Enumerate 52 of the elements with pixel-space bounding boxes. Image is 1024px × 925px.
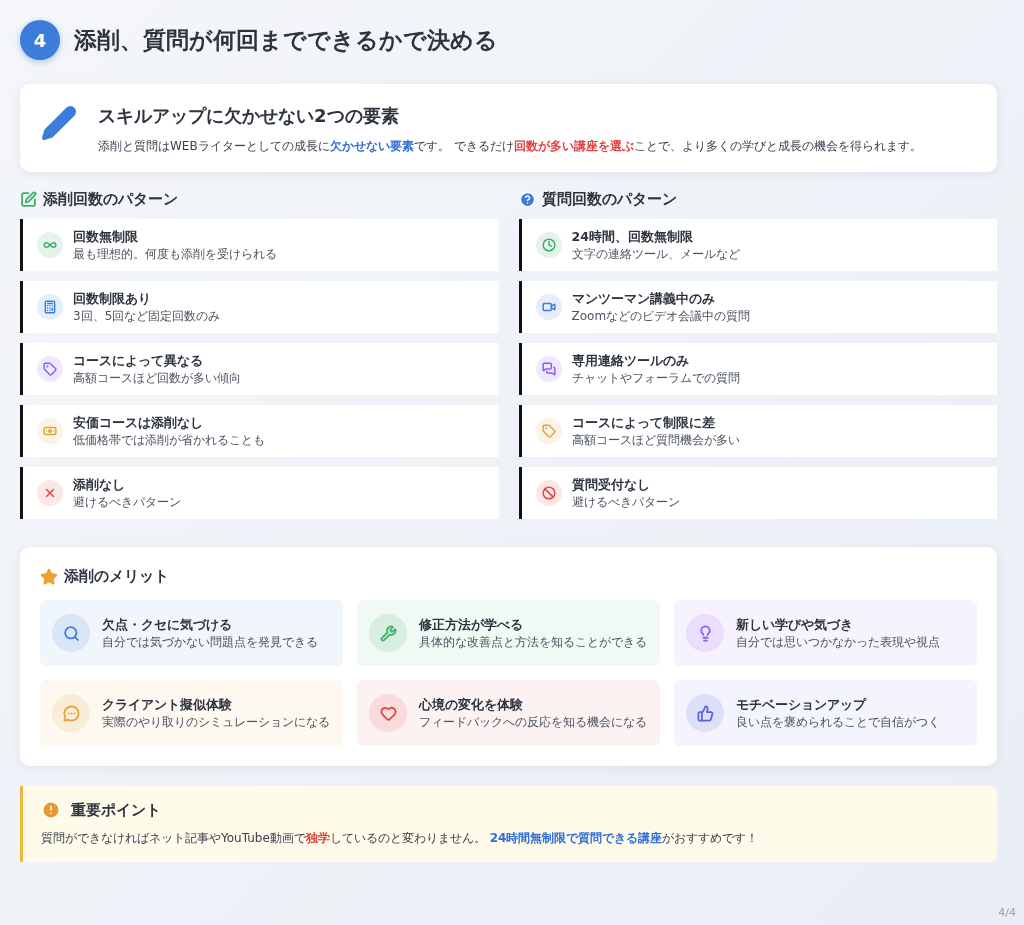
edit-icon (20, 191, 37, 208)
pattern-title: 24時間、回数無制限 (571, 228, 694, 246)
merit-title: 修正方法が学べる (419, 616, 524, 634)
merit-title: クライアント擬似体験 (102, 696, 233, 714)
merit-note: 自分では思いつかなかった表現や視点 (736, 634, 940, 650)
pencil-icon (40, 104, 78, 142)
merit-note: 自分では気づかない問題点を発見できる (102, 634, 318, 650)
merit-title: モチベーションアップ (736, 696, 868, 714)
merits-heading: 添削のメリット (64, 567, 169, 586)
search-icon (52, 614, 90, 652)
pattern-title: コースによって制限に差 (571, 414, 716, 432)
merit-note: 良い点を褒められることで自信がつく (736, 714, 940, 730)
merit-title: 新しい学びや気づき (736, 616, 854, 634)
important-title: 重要ポイント (71, 800, 161, 820)
merit-title: 欠点・クセに気づける (102, 616, 233, 634)
pattern-note: 高額コースほど質問機会が多い (571, 432, 740, 448)
merit-title: 心境の変化を体験 (419, 696, 524, 714)
merit-note: フィードバックへの反応を知る機会になる (419, 714, 647, 730)
pattern-note: 避けるべきパターン (571, 494, 680, 510)
pattern-title: 添削なし (73, 476, 126, 494)
pattern-note: 高額コースほど回数が多い傾向 (73, 370, 241, 386)
help-icon (518, 191, 536, 208)
merit-note: 具体的な改善点と方法を知ることができる (419, 634, 647, 650)
pattern-title: マンツーマン講義中のみ (571, 290, 716, 308)
page-title: 添削、質問が何回までできるかで決める (74, 25, 498, 55)
pattern-title: 回数無制限 (73, 228, 139, 246)
thumbs-up-icon (686, 694, 724, 732)
column-heading: 添削回数のパターン (43, 190, 178, 209)
intro-text: 添削と質問はWEBライターとしての成長に欠かせない要素です。 できるだけ回数が多い講座を選ぶことで、より多くの学びと成長の機会を得られます。 (98, 138, 922, 155)
column-heading: 質問回数のパターン (541, 190, 677, 209)
pattern-note: 最も理想的。何度も添削を受けられる (73, 246, 277, 262)
pattern-title: 専用連絡ツールのみ (571, 352, 690, 370)
pattern-note: チャットやフォーラムでの質問 (571, 370, 740, 386)
pattern-title: 回数制限あり (73, 290, 152, 308)
pattern-note: 低価格帯では添削が省かれることも (73, 432, 265, 448)
wrench-icon (369, 614, 407, 652)
step-number: 4 (20, 20, 60, 60)
intro-title: スキルアップに欠かせない2つの要素 (98, 104, 400, 128)
pattern-note: 3回、5回など固定回数のみ (73, 308, 221, 324)
chat-bubble-icon (52, 694, 90, 732)
pattern-title: 質問受付なし (571, 476, 651, 494)
pattern-title: 安価コースは添削なし (73, 414, 204, 432)
star-icon (40, 567, 58, 586)
pattern-note: Zoomなどのビデオ会議中の質問 (571, 308, 751, 324)
alert-icon (41, 800, 61, 820)
important-text: 質問ができなければネット記事やYouTube動画で独学しているのと変わりません。 24時間無制限で質問できる講座がおすすめです！ (41, 830, 760, 847)
page-number: 4/4 (998, 906, 1016, 919)
lightbulb-icon (686, 614, 724, 652)
merit-note: 実際のやり取りのシミュレーションになる (102, 714, 330, 730)
pattern-note: 避けるべきパターン (73, 494, 181, 510)
pattern-note: 文字の連絡ツール、メールなど (571, 246, 740, 262)
pattern-title: コースによって異なる (73, 352, 204, 370)
